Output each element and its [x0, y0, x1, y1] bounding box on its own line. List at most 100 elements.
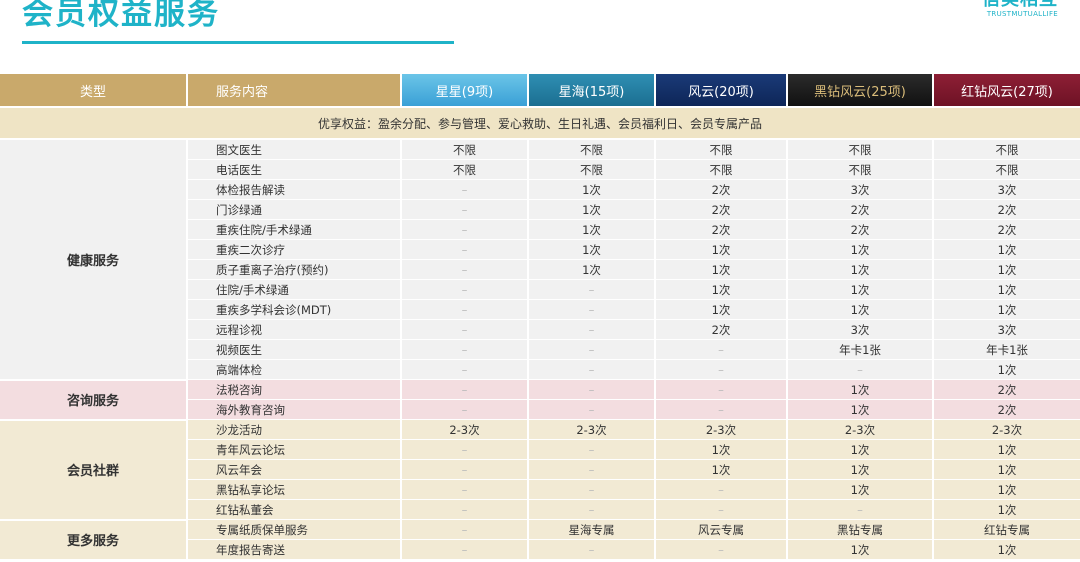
tier-value-cell: 1次	[655, 279, 788, 300]
header-tier-starsea: 星海(15项)	[528, 74, 656, 107]
brand-english-name: TRUSTMUTUALLIFE	[986, 10, 1058, 18]
tier-value-cell: 1次	[787, 299, 934, 320]
tier-value-cell: –	[528, 299, 656, 320]
tier-value-cell: –	[401, 399, 529, 420]
header-tier-star: 星星(9项)	[401, 74, 529, 107]
header-tier-fengyun: 风云(20项)	[655, 74, 788, 107]
service-item: 电话医生	[187, 159, 402, 180]
tier-value-cell: 1次	[655, 459, 788, 480]
tier-value-cell: 不限	[528, 139, 656, 160]
tier-value-cell: –	[528, 499, 656, 520]
tier-value-cell: –	[655, 379, 788, 400]
tier-value-cell: –	[528, 319, 656, 340]
tier-value-cell: 星海专属	[528, 519, 656, 540]
tier-value-cell: –	[655, 539, 788, 560]
tier-value-cell: –	[401, 199, 529, 220]
service-item: 重疾二次诊疗	[187, 239, 402, 260]
group-label: 咨询服务	[0, 379, 188, 421]
tier-value-cell: 风云专属	[655, 519, 788, 540]
header-type: 类型	[0, 74, 188, 107]
group-label: 会员社群	[0, 419, 188, 521]
tier-value-cell: 1次	[655, 439, 788, 460]
tier-value-cell: 2-3次	[655, 419, 788, 440]
group-label: 更多服务	[0, 519, 188, 561]
tier-value-cell: 1次	[528, 239, 656, 260]
tier-value-cell: –	[401, 239, 529, 260]
tier-value-cell: –	[401, 279, 529, 300]
tier-value-cell: 1次	[655, 239, 788, 260]
privilege-row: 优享权益：盈余分配、参与管理、爱心救助、生日礼遇、会员福利日、会员专属产品	[0, 106, 1080, 140]
tier-value-cell: 2次	[933, 399, 1080, 420]
privilege-text: 优享权益：盈余分配、参与管理、爱心救助、生日礼遇、会员福利日、会员专属产品	[0, 106, 1080, 140]
service-item: 图文医生	[187, 139, 402, 160]
tier-value-cell: 2-3次	[401, 419, 529, 440]
tier-value-cell: 不限	[787, 139, 934, 160]
brand-logo: 信美相互 TRUSTMUTUALLIFE	[982, 0, 1058, 19]
tier-value-cell: –	[401, 179, 529, 200]
tier-value-cell: –	[401, 539, 529, 560]
tier-value-cell: 1次	[933, 359, 1080, 380]
tier-value-cell: 不限	[933, 139, 1080, 160]
tier-value-cell: 年卡1张	[933, 339, 1080, 360]
service-item: 质子重离子治疗(预约)	[187, 259, 402, 280]
service-item: 重疾住院/手术绿通	[187, 219, 402, 240]
tier-value-cell: 不限	[933, 159, 1080, 180]
tier-value-cell: –	[401, 219, 529, 240]
service-item: 红钻私董会	[187, 499, 402, 520]
tier-value-cell: –	[401, 299, 529, 320]
page-title: 会员权益服务	[22, 0, 220, 32]
service-item: 重疾多学科会诊(MDT)	[187, 299, 402, 320]
service-item: 风云年会	[187, 459, 402, 480]
tier-value-cell: 1次	[528, 219, 656, 240]
tier-value-cell: 1次	[528, 179, 656, 200]
tier-value-cell: 1次	[933, 259, 1080, 280]
brand-name: 信美相互	[982, 0, 1058, 10]
tier-value-cell: 3次	[787, 179, 934, 200]
tier-value-cell: 1次	[787, 259, 934, 280]
tier-value-cell: –	[655, 339, 788, 360]
tier-value-cell: 1次	[933, 279, 1080, 300]
tier-value-cell: 1次	[787, 239, 934, 260]
tier-value-cell: 1次	[655, 299, 788, 320]
tier-value-cell: –	[528, 379, 656, 400]
table-row: 健康服务 图文医生 不限 不限 不限 不限 不限	[0, 139, 1080, 381]
service-item: 法税咨询	[187, 379, 402, 400]
tier-value-cell: 2-3次	[933, 419, 1080, 440]
tier-value-cell: 1次	[787, 479, 934, 500]
tier-value-cell: 不限	[655, 139, 788, 160]
tier-value-cell: 1次	[933, 499, 1080, 520]
tier-value-cell: 2次	[933, 199, 1080, 220]
tier-value-cell: 2次	[933, 219, 1080, 240]
service-item: 住院/手术绿通	[187, 279, 402, 300]
tier-value-cell: 1次	[528, 259, 656, 280]
tier-value-cell: 不限	[787, 159, 934, 180]
header-tier-red-diamond: 红钻风云(27项)	[933, 74, 1080, 107]
tier-value-cell: 2-3次	[528, 419, 656, 440]
tier-value-cell: –	[787, 499, 934, 520]
tier-value-cell: 1次	[655, 259, 788, 280]
tier-value-cell: 1次	[933, 539, 1080, 560]
tier-value-cell: –	[401, 479, 529, 500]
service-item: 黑钻私享论坛	[187, 479, 402, 500]
tier-value-cell: 1次	[787, 439, 934, 460]
tier-value-cell: 1次	[787, 399, 934, 420]
tier-value-cell: –	[528, 359, 656, 380]
tier-value-cell: 2次	[655, 179, 788, 200]
tier-value-cell: –	[787, 359, 934, 380]
tier-value-cell: 1次	[787, 459, 934, 480]
tier-value-cell: 不限	[655, 159, 788, 180]
tier-value-cell: 不限	[401, 159, 529, 180]
tier-value-cell: 3次	[787, 319, 934, 340]
tier-value-cell: 1次	[528, 199, 656, 220]
tier-value-cell: 1次	[787, 279, 934, 300]
tier-value-cell: –	[528, 279, 656, 300]
table-row: 会员社群 沙龙活动 2-3次 2-3次 2-3次 2-3次 2-3次	[0, 419, 1080, 521]
tier-value-cell: 黑钻专属	[787, 519, 934, 540]
tier-value-cell: –	[528, 459, 656, 480]
table-row: 咨询服务 法税咨询 – – –1次 2次	[0, 379, 1080, 421]
tier-value-cell: 2次	[787, 199, 934, 220]
tier-value-cell: –	[655, 479, 788, 500]
tier-value-cell: –	[401, 439, 529, 460]
tier-value-cell: –	[528, 439, 656, 460]
tier-value-cell: 1次	[933, 439, 1080, 460]
